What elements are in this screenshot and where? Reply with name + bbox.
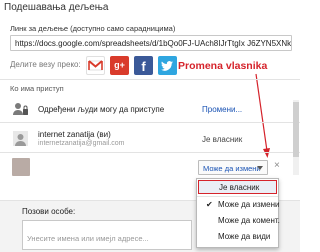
access-row-name: Одређени људи могу да приступе — [38, 105, 165, 114]
change-access-link[interactable]: Промени... — [202, 105, 242, 114]
remove-user-button[interactable]: × — [274, 160, 280, 171]
avatar — [12, 158, 30, 176]
permission-select[interactable]: Може да измени — [198, 160, 268, 175]
divider — [0, 122, 300, 123]
invite-input[interactable]: Унесите имена или имејл адресе... — [22, 220, 192, 250]
check-icon: ✔ — [206, 200, 213, 209]
menu-item-label: Је власник — [219, 183, 260, 192]
owner-name: internet zanatija (ви) — [38, 130, 111, 139]
menu-item-owner[interactable]: Је власник — [198, 180, 277, 194]
person-icon — [12, 130, 29, 147]
owner-role: Је власник — [202, 135, 243, 144]
menu-item-can-comment[interactable]: Може да комент. — [198, 214, 280, 228]
divider — [0, 79, 300, 80]
permission-dropdown-menu: Је власник ✔ Може да измени Може да коме… — [196, 178, 280, 248]
menu-item-can-edit[interactable]: ✔ Може да измени — [198, 198, 280, 212]
owner-email: internetzanatija@gmail.com — [38, 140, 125, 147]
invite-label: Позови особе: — [22, 207, 76, 216]
people-lock-icon — [12, 100, 29, 117]
permission-select-value: Може да измени — [203, 164, 261, 173]
menu-item-can-view[interactable]: Може да види — [198, 230, 277, 244]
menu-item-label: Може да измени — [218, 200, 280, 209]
who-has-access-label: Ко има приступ — [10, 84, 64, 93]
divider — [197, 196, 278, 197]
scrollbar-thumb[interactable] — [293, 102, 299, 157]
divider — [0, 152, 300, 153]
chevron-down-icon — [257, 166, 263, 170]
menu-item-label: Може да види — [218, 232, 271, 241]
menu-item-label: Може да комент. — [218, 216, 280, 225]
